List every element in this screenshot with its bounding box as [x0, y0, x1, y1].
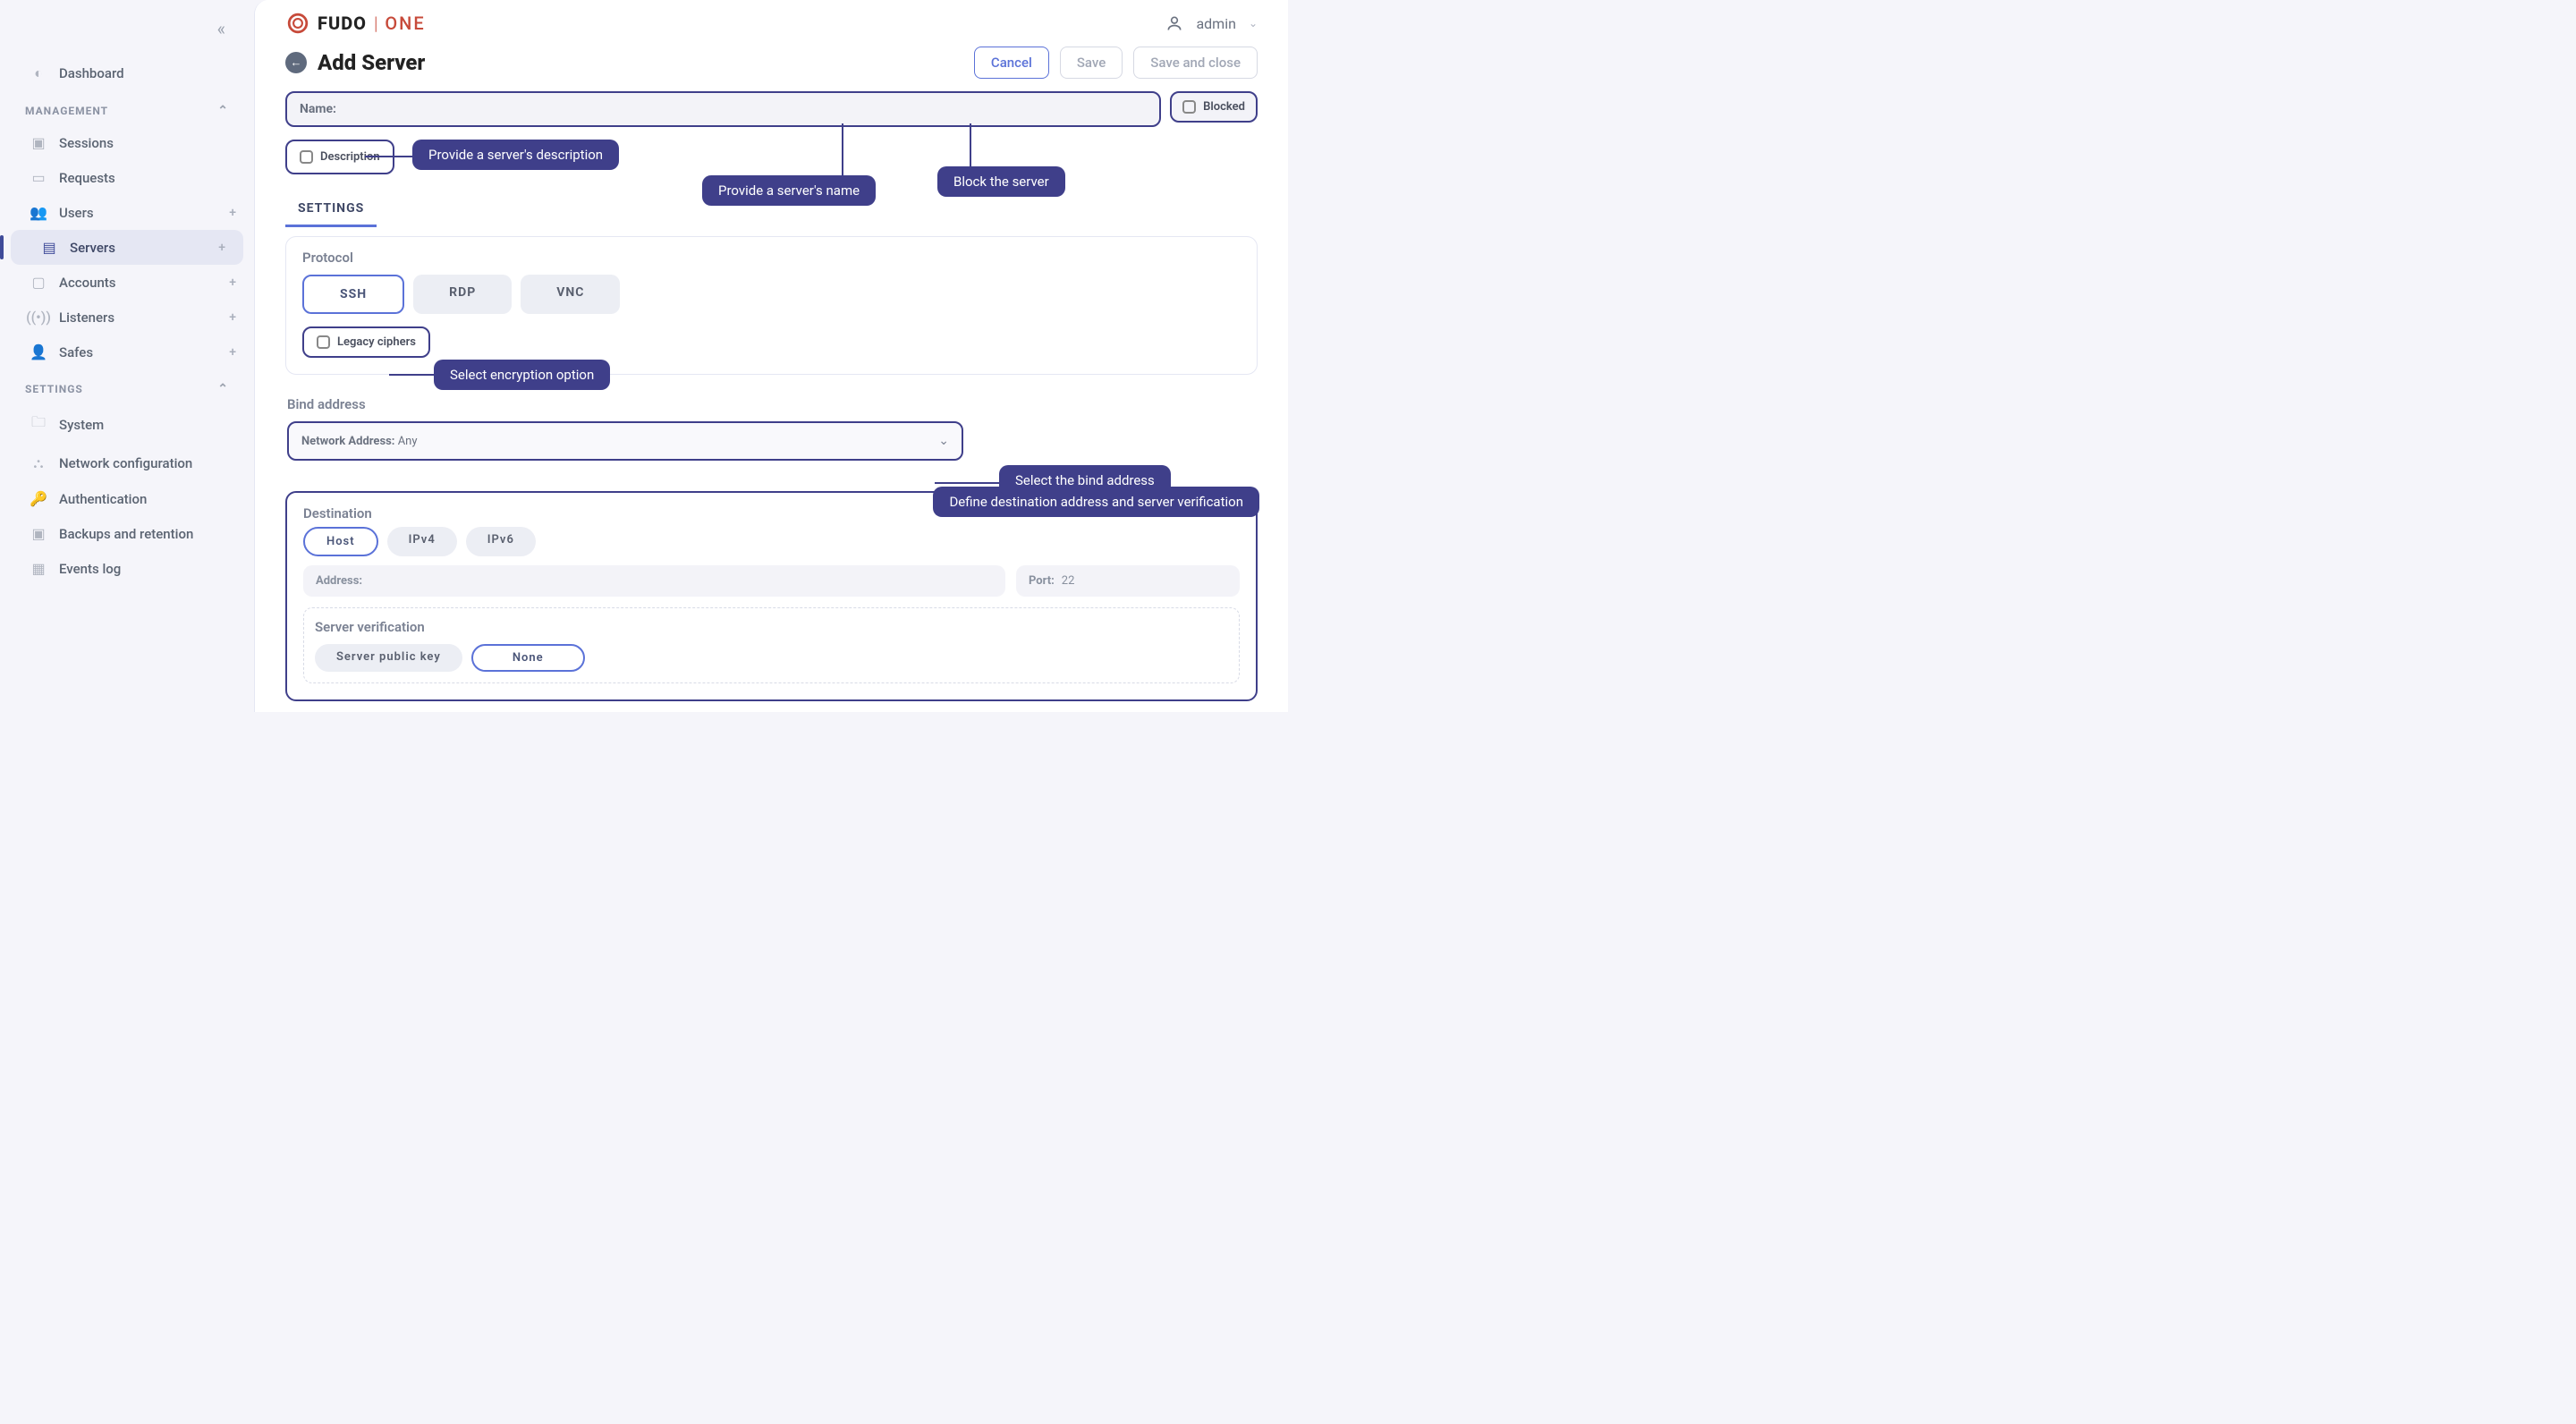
callout-block: Block the server: [937, 166, 1065, 197]
nav-network[interactable]: ⛬ Network configuration: [0, 445, 254, 481]
action-bar: ← Add Server Cancel Save Save and close: [255, 47, 1288, 86]
brand-sub: ONE: [385, 13, 425, 34]
plus-icon[interactable]: +: [229, 275, 236, 290]
plus-icon[interactable]: +: [229, 206, 236, 220]
protocol-vnc[interactable]: VNC: [521, 275, 620, 314]
nav-label: Sessions: [59, 135, 114, 151]
callout-name: Provide a server's name: [702, 175, 876, 206]
chevron-down-icon: ⌄: [1249, 17, 1258, 30]
verify-pubkey[interactable]: Server public key: [315, 644, 462, 672]
chevron-up-icon: ⌃: [217, 382, 229, 396]
dest-host[interactable]: Host: [303, 527, 378, 556]
briefcase-icon: ▭: [29, 169, 48, 186]
key-icon: 🔑: [29, 490, 48, 507]
brand-logo-icon: [285, 11, 310, 36]
dest-ipv6[interactable]: IPv6: [466, 527, 536, 556]
nav-label: Authentication: [59, 491, 147, 507]
gauge-icon: ◐: [29, 64, 48, 82]
nav-dashboard[interactable]: ◐ Dashboard: [0, 55, 254, 91]
nav-label: Servers: [70, 240, 115, 256]
id-icon: ▢: [29, 274, 48, 291]
tab-settings[interactable]: SETTINGS: [285, 192, 377, 227]
plus-icon[interactable]: +: [229, 310, 236, 325]
checkbox-icon: [1182, 100, 1196, 114]
nav-label: Safes: [59, 344, 93, 360]
folder-icon: 🗀: [29, 412, 48, 437]
main-panel: FUDO | ONE admin ⌄ ← Add Server Cancel S…: [254, 0, 1288, 712]
name-input[interactable]: Name:: [285, 91, 1161, 127]
section-settings[interactable]: SETTINGS ⌃: [0, 369, 254, 403]
bind-panel: Bind address Network Address: Any ⌄: [285, 384, 1258, 477]
server-verification: Server verification Server public key No…: [303, 607, 1240, 683]
callout-bind: Select the bind address: [999, 465, 1171, 496]
server-icon: ▤: [39, 239, 59, 256]
destination-panel: Destination Host IPv4 IPv6 Address: Port…: [285, 491, 1258, 701]
topbar: FUDO | ONE admin ⌄: [255, 0, 1288, 47]
brand-text: FUDO: [318, 13, 367, 34]
address-input[interactable]: Address:: [303, 565, 1005, 597]
legacy-ciphers-checkbox[interactable]: Legacy ciphers: [302, 326, 430, 358]
plus-icon[interactable]: +: [218, 241, 225, 255]
bind-title: Bind address: [287, 396, 1241, 412]
archive-icon: ▣: [29, 525, 48, 542]
nav-accounts[interactable]: ▢ Accounts +: [0, 265, 254, 300]
nav-servers[interactable]: ▤ Servers +: [11, 230, 243, 265]
nav-label: Listeners: [59, 309, 114, 326]
nav-label: Dashboard: [59, 65, 124, 81]
checkbox-icon: [317, 335, 330, 349]
user-icon: [1165, 14, 1183, 32]
users-icon: 👥: [29, 204, 48, 221]
calendar-icon: ▦: [29, 560, 48, 577]
nav-label: Backups and retention: [59, 526, 193, 542]
network-address-select[interactable]: Network Address: Any ⌄: [287, 421, 963, 461]
key-user-icon: 👤: [29, 343, 48, 360]
nav-label: Users: [59, 205, 94, 221]
form-content: Name: Blocked Description SETTINGS Proto…: [255, 86, 1288, 712]
nav-label: Requests: [59, 170, 115, 186]
nav-system[interactable]: 🗀 System: [0, 403, 254, 445]
nav-label: System: [59, 417, 104, 433]
nav-users[interactable]: 👥 Users +: [0, 195, 254, 230]
section-management[interactable]: MANAGEMENT ⌃: [0, 91, 254, 125]
nav-auth[interactable]: 🔑 Authentication: [0, 481, 254, 516]
dest-ipv4[interactable]: IPv4: [387, 527, 457, 556]
port-input[interactable]: Port: 22: [1016, 565, 1240, 597]
nav-backups[interactable]: ▣ Backups and retention: [0, 516, 254, 551]
cancel-button[interactable]: Cancel: [974, 47, 1049, 79]
save-button[interactable]: Save: [1060, 47, 1123, 79]
verify-title: Server verification: [315, 619, 1228, 635]
back-button[interactable]: ←: [285, 52, 307, 73]
verify-none[interactable]: None: [471, 644, 585, 672]
signal-icon: ((•)): [29, 309, 48, 326]
brand: FUDO | ONE: [285, 11, 426, 36]
destination-title: Destination: [303, 505, 372, 521]
nav-label: Network configuration: [59, 455, 192, 471]
nav-label: Accounts: [59, 275, 116, 291]
protocol-title: Protocol: [302, 250, 1241, 266]
sidebar: « ◐ Dashboard MANAGEMENT ⌃ ▣ Sessions ▭ …: [0, 0, 254, 712]
video-icon: ▣: [29, 134, 48, 151]
blocked-checkbox[interactable]: Blocked: [1170, 91, 1258, 123]
nav-safes[interactable]: 👤 Safes +: [0, 335, 254, 369]
collapse-icon[interactable]: «: [217, 18, 225, 39]
nav-requests[interactable]: ▭ Requests: [0, 160, 254, 195]
callout-encryption: Select encryption option: [434, 360, 610, 390]
save-close-button[interactable]: Save and close: [1133, 47, 1258, 79]
plus-icon[interactable]: +: [229, 345, 236, 360]
nav-listeners[interactable]: ((•)) Listeners +: [0, 300, 254, 335]
checkbox-icon: [300, 150, 313, 164]
chevron-up-icon: ⌃: [217, 104, 229, 118]
protocol-rdp[interactable]: RDP: [413, 275, 512, 314]
callout-description: Provide a server's description: [412, 140, 619, 170]
nav-label: Events log: [59, 561, 121, 577]
username: admin: [1196, 15, 1235, 32]
page-title: Add Server: [318, 50, 425, 75]
chevron-down-icon: ⌄: [938, 434, 949, 448]
protocol-ssh[interactable]: SSH: [302, 275, 404, 314]
network-icon: ⛬: [29, 454, 48, 472]
nav-sessions[interactable]: ▣ Sessions: [0, 125, 254, 160]
nav-events[interactable]: ▦ Events log: [0, 551, 254, 586]
protocol-panel: Protocol SSH RDP VNC Legacy ciphers: [285, 236, 1258, 375]
user-menu[interactable]: admin ⌄: [1165, 14, 1258, 32]
